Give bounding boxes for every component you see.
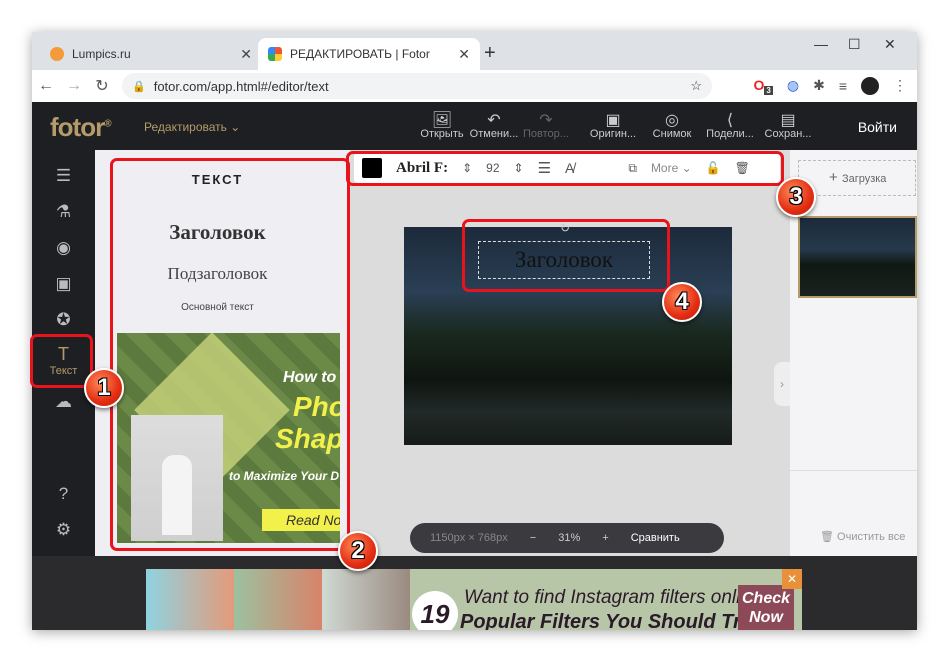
collapse-panel-icon[interactable]: › (774, 362, 790, 406)
login-button[interactable]: Войти (858, 119, 897, 135)
tab-title: РЕДАКТИРОВАТЬ | Fotor (290, 47, 430, 61)
new-tab-icon[interactable]: + (484, 42, 496, 65)
avatar[interactable] (861, 76, 879, 95)
compare-button[interactable]: Сравнить (631, 532, 680, 544)
opera-extension-icon[interactable]: O3 (754, 77, 773, 96)
ad-photo (146, 569, 234, 630)
url-input[interactable]: 🔒 fotor.com/app.html#/editor/text ☆ (122, 73, 712, 99)
app-header: fotor® Редактировать ⌄ 🖼 Открыть ↶ Отмени.… (32, 102, 917, 150)
ad-close-icon[interactable]: ✕ (782, 569, 802, 589)
annotation-badge: 2 (338, 531, 378, 571)
canvas-area: Abril F: ⇕ 92 ⇕ ☰ A̸ ⧉ More ⌄ 🔓 🗑 Заголо… (350, 150, 790, 556)
close-tab-icon[interactable]: ✕ (240, 46, 252, 63)
annotation-badge: 3 (776, 177, 816, 217)
undo-icon: ↶ (487, 112, 501, 129)
annotation-box-3 (346, 151, 784, 186)
extensions: O3 ◍ ✱ ≡ ⋮ (754, 77, 917, 96)
ad-number: 19 (412, 591, 458, 630)
sticker-icon[interactable]: ✪ (32, 310, 95, 330)
beauty-icon[interactable]: ◉ (32, 238, 95, 258)
open-button[interactable]: 🖼 Открыть (416, 110, 468, 140)
original-button[interactable]: ▣ Оригин... (587, 110, 639, 140)
original-icon: ▣ (605, 112, 621, 129)
address-bar-row: ← → ↻ 🔒 fotor.com/app.html#/editor/text … (32, 70, 917, 102)
uploaded-thumbnail[interactable] (798, 216, 917, 298)
zoom-level: 31% (558, 532, 581, 544)
back-icon[interactable]: ← (32, 77, 60, 95)
menu-dots-icon[interactable]: ⋮ (893, 77, 907, 94)
redo-icon: ↷ (539, 112, 553, 129)
lock-icon: 🔒 (132, 80, 146, 93)
reload-icon[interactable]: ↻ (88, 76, 116, 96)
ad-bar: 19 Want to find Instagram filters online… (32, 556, 917, 630)
adjust-icon[interactable]: ☰ (32, 166, 95, 186)
ad-photo (234, 569, 322, 630)
frame-icon[interactable]: ▣ (32, 274, 95, 294)
annotation-badge: 1 (84, 368, 124, 408)
tab-bar: Lumpics.ru ✕ РЕДАКТИРОВАТЬ | Fotor ✕ + —… (32, 32, 917, 70)
maximize-icon[interactable]: ☐ (848, 36, 861, 53)
share-icon: ⟨ (726, 112, 734, 129)
annotation-badge: 4 (662, 282, 702, 322)
annotation-box-1 (110, 158, 350, 551)
forward-icon[interactable]: → (60, 77, 88, 95)
snapshot-icon: ◎ (665, 112, 679, 129)
settings-icon[interactable]: ⚙ (32, 520, 95, 540)
open-image-icon: 🖼 (431, 112, 453, 129)
snapshot-button[interactable]: ◎ Снимок (646, 110, 698, 140)
divider (790, 470, 917, 471)
annotation-box-text-tool (30, 334, 93, 388)
url-text: fotor.com/app.html#/editor/text (153, 78, 329, 94)
redo-button[interactable]: ↷ Повтор... (520, 110, 572, 140)
ad-text: Want to find Instagram filters online? (464, 587, 773, 608)
ext-badge: 3 (764, 86, 773, 96)
share-button[interactable]: ⟨ Подели... (704, 110, 756, 140)
bookmark-star-icon[interactable]: ☆ (690, 78, 702, 94)
mode-dropdown[interactable]: Редактировать ⌄ (144, 120, 240, 134)
tab-fotor[interactable]: РЕДАКТИРОВАТЬ | Fotor ✕ (258, 38, 480, 70)
close-tab-icon[interactable]: ✕ (458, 46, 470, 63)
tab-lumpics[interactable]: Lumpics.ru ✕ (40, 38, 262, 70)
clear-all-button[interactable]: 🗑 Очистить все (820, 530, 905, 543)
upload-button[interactable]: + Загрузка (798, 160, 916, 196)
media-icon[interactable]: ≡ (839, 78, 847, 94)
help-icon[interactable]: ? (32, 484, 95, 504)
save-button[interactable]: ▤ Сохран... (762, 110, 814, 140)
ad-text: Popular Filters You Should Try (460, 611, 752, 630)
vpn-extension-icon[interactable]: ◍ (787, 77, 799, 94)
zoom-out-button[interactable]: − (530, 532, 536, 544)
annotation-box-4 (462, 219, 670, 292)
lumpics-favicon-icon (50, 47, 64, 61)
ad-photo (322, 569, 410, 630)
tab-title: Lumpics.ru (72, 47, 131, 61)
effects-icon[interactable]: ⚗ (32, 202, 95, 222)
fotor-logo[interactable]: fotor® (50, 112, 112, 143)
close-window-icon[interactable]: ✕ (884, 36, 896, 53)
ad-banner[interactable]: 19 Want to find Instagram filters online… (146, 569, 802, 630)
fotor-favicon-icon (268, 47, 282, 61)
ad-cta[interactable]: Check Now (738, 585, 794, 630)
puzzle-icon[interactable]: ✱ (813, 77, 825, 94)
zoom-bar: 1150px × 768px − 31% + Сравнить (410, 523, 724, 553)
zoom-in-button[interactable]: + (602, 532, 608, 544)
minimize-icon[interactable]: — (814, 36, 828, 52)
undo-button[interactable]: ↶ Отмени... (468, 110, 520, 140)
save-icon: ▤ (780, 112, 796, 129)
image-dimensions: 1150px × 768px (430, 532, 508, 544)
